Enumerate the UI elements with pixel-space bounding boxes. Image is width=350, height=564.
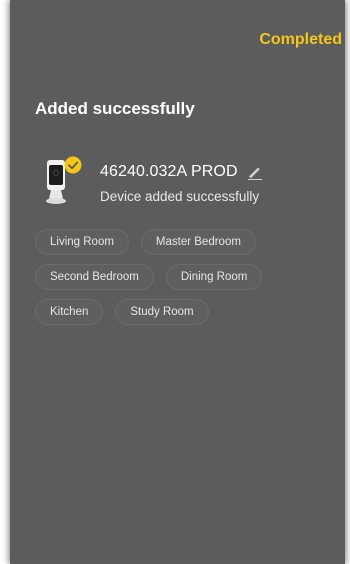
room-row: Second Bedroom Dining Room <box>35 264 335 290</box>
device-card: 46240.032A PROD Device added successfull… <box>43 155 343 211</box>
room-chip-living-room[interactable]: Living Room <box>35 229 129 255</box>
room-chip-master-bedroom[interactable]: Master Bedroom <box>140 229 256 255</box>
room-chip-dining-room[interactable]: Dining Room <box>165 264 263 290</box>
room-row: Kitchen Study Room <box>35 299 335 325</box>
room-chip-second-bedroom[interactable]: Second Bedroom <box>35 264 154 290</box>
room-chip-study-room[interactable]: Study Room <box>115 299 209 325</box>
device-status: Device added successfully <box>100 189 260 204</box>
page-title: Added successfully <box>35 99 195 118</box>
device-name-row: 46240.032A PROD <box>100 163 263 181</box>
camera-icon <box>46 156 82 204</box>
device-name: 46240.032A PROD <box>100 163 238 180</box>
pencil-icon[interactable] <box>247 164 263 180</box>
room-chip-list: Living Room Master Bedroom Second Bedroo… <box>35 229 335 334</box>
room-row: Living Room Master Bedroom <box>35 229 335 255</box>
completed-button[interactable]: Completed <box>259 31 342 49</box>
app-screen: Completed Added successfully 46240.032A … <box>10 0 345 564</box>
room-chip-kitchen[interactable]: Kitchen <box>35 299 104 325</box>
check-badge-icon <box>64 156 82 174</box>
